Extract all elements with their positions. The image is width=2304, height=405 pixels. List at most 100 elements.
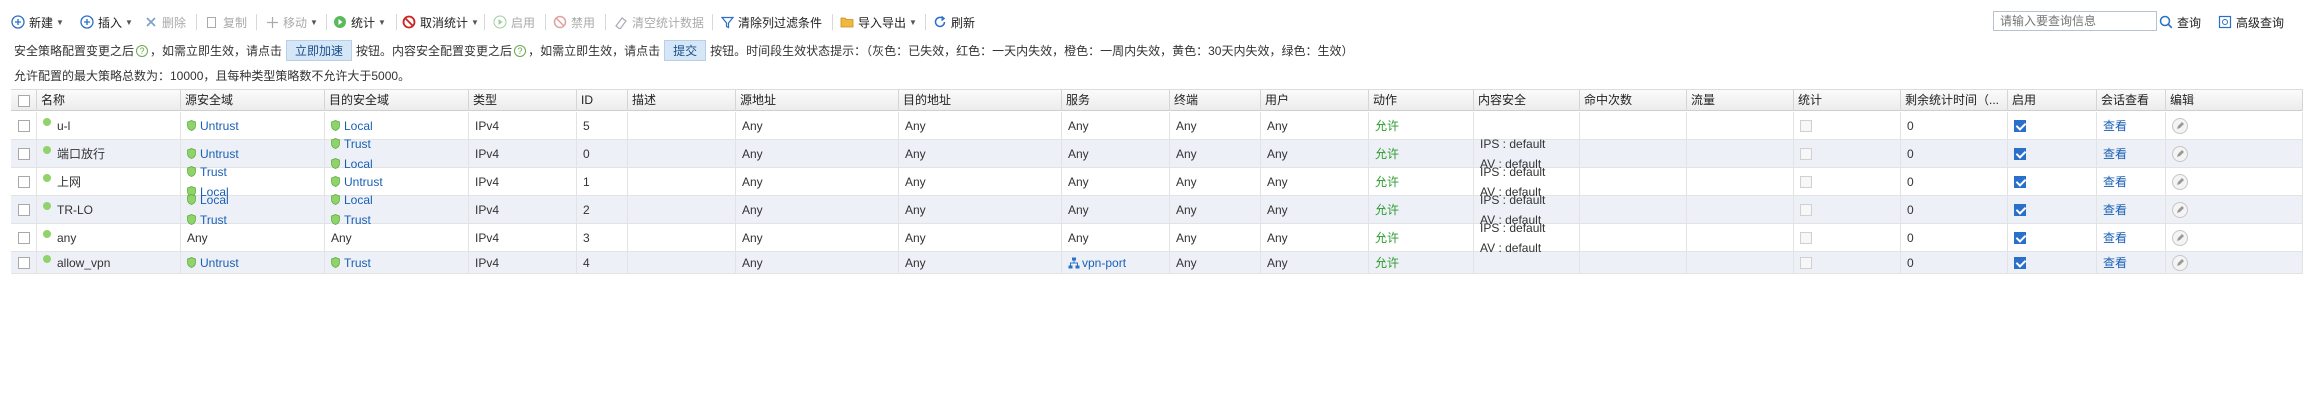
disable-button[interactable]: 禁用 [553, 12, 595, 32]
type-value: IPv4 [475, 202, 500, 217]
session-view-link[interactable]: 查看 [2103, 144, 2165, 164]
submit-button[interactable]: 提交 [664, 40, 707, 61]
enable-checkbox[interactable] [2014, 231, 2026, 244]
stats-checkbox[interactable] [1800, 147, 1812, 160]
advanced-query-button[interactable]: 高级查询 [2218, 12, 2284, 32]
edit-pencil-icon[interactable] [2172, 229, 2188, 246]
delete-button[interactable]: 删除 [144, 12, 186, 32]
col-service[interactable]: 服务 [1062, 90, 1170, 111]
edit-pencil-icon[interactable] [2172, 173, 2188, 190]
import-export-label: 导入导出 [858, 15, 907, 30]
col-desc[interactable]: 描述 [628, 90, 736, 111]
col-terminal[interactable]: 终端 [1170, 90, 1261, 111]
enable-checkbox[interactable] [2014, 147, 2026, 160]
stats-checkbox[interactable] [1800, 175, 1812, 188]
enable-checkbox[interactable] [2014, 119, 2026, 132]
session-view-link[interactable]: 查看 [2103, 172, 2165, 192]
col-src-addr[interactable]: 源地址 [736, 90, 899, 111]
service-link[interactable]: vpn-port [1068, 253, 1169, 273]
col-id[interactable]: ID [577, 90, 628, 111]
user-value: Any [1267, 255, 1288, 270]
col-src-zone[interactable]: 源安全域 [181, 90, 325, 111]
help-icon[interactable]: ? [136, 44, 149, 57]
col-dst-addr[interactable]: 目的地址 [899, 90, 1062, 111]
col-action[interactable]: 动作 [1369, 90, 1474, 111]
row-checkbox[interactable] [17, 203, 30, 216]
enable-checkbox[interactable] [2014, 256, 2026, 269]
col-edit[interactable]: 编辑 [2166, 90, 2303, 111]
stats-checkbox[interactable] [1800, 119, 1812, 132]
row-checkbox[interactable] [17, 175, 30, 188]
table-row[interactable]: 端口放行 Untrust Trust Local IPv4 0 Any Any Any Any An… [11, 137, 2303, 171]
enable-checkbox[interactable] [2014, 175, 2026, 188]
col-traffic[interactable]: 流量 [1687, 90, 1794, 111]
cell-dst-addr: Any [899, 140, 1062, 167]
search-input[interactable] [1993, 11, 2157, 31]
cancel-stats-button[interactable]: 取消统计 ▼ [402, 12, 479, 32]
cell-type: IPv4 [469, 168, 577, 195]
table-row[interactable]: TR-LO Local Trust Local Trust IPv4 2 Any Any Any A… [11, 193, 2303, 227]
col-user[interactable]: 用户 [1261, 90, 1369, 111]
stats-button[interactable]: 统计 ▼ [333, 12, 386, 32]
session-view-link[interactable]: 查看 [2103, 253, 2165, 273]
query-button[interactable]: 查询 [2159, 12, 2201, 32]
edit-pencil-icon[interactable] [2172, 254, 2188, 271]
toolbar: 新建 ▼ 插入 ▼ 删除 复制 移动 ▼ 统计 ▼ 取消统计 ▼ 启用 禁用 清空统计数据 [0, 0, 2304, 42]
cell-src-zone: Untrust [181, 252, 325, 273]
cell-action: 允许 [1369, 196, 1474, 223]
import-export-button[interactable]: 导入导出 ▼ [840, 12, 917, 32]
edit-pencil-icon[interactable] [2172, 117, 2188, 134]
col-session-view[interactable]: 会话查看 [2097, 90, 2166, 111]
clear-stats-button[interactable]: 清空统计数据 [614, 12, 704, 32]
content-profile: IPS : default [1480, 192, 1546, 207]
content-profile: IPS : default [1480, 164, 1546, 179]
row-checkbox[interactable] [17, 256, 30, 269]
col-stats[interactable]: 统计 [1794, 90, 1901, 111]
refresh-label: 刷新 [951, 15, 976, 30]
cell-enable [2008, 112, 2097, 139]
cell-src-addr: Any [736, 140, 899, 167]
stats-checkbox[interactable] [1800, 203, 1812, 216]
cell-remaining-time: 0 [1901, 252, 2008, 273]
insert-button[interactable]: 插入 ▼ [80, 12, 133, 32]
cell-dst-zone: Trust [325, 252, 469, 273]
cell-user: Any [1261, 140, 1369, 167]
session-view-link[interactable]: 查看 [2103, 228, 2165, 248]
edit-pencil-icon[interactable] [2172, 145, 2188, 162]
cell-session-view: 查看 [2097, 112, 2166, 139]
row-checkbox[interactable] [17, 147, 30, 160]
enable-button[interactable]: 启用 [493, 12, 535, 32]
accelerate-now-button[interactable]: 立即加速 [286, 40, 353, 61]
new-button[interactable]: 新建 ▼ [11, 12, 64, 32]
table-row[interactable]: allow_vpn Untrust Trust IPv4 4 Any Any vpn-port… [11, 252, 2303, 274]
row-checkbox[interactable] [17, 119, 30, 132]
enable-checkbox[interactable] [2014, 203, 2026, 216]
stats-checkbox[interactable] [1800, 256, 1812, 269]
advanced-search-icon [2218, 15, 2232, 29]
col-type[interactable]: 类型 [469, 90, 577, 111]
stats-checkbox[interactable] [1800, 231, 1812, 244]
cell-enable [2008, 252, 2097, 273]
col-remaining-time[interactable]: 剩余统计时间（... [1901, 90, 2008, 111]
col-content-security[interactable]: 内容安全 [1474, 90, 1580, 111]
cell-user: Any [1261, 168, 1369, 195]
col-dst-zone[interactable]: 目的安全域 [325, 90, 469, 111]
col-hits[interactable]: 命中次数 [1580, 90, 1687, 111]
clear-filters-button[interactable]: 清除列过滤条件 [720, 12, 822, 32]
cell-src-addr: Any [736, 168, 899, 195]
refresh-button[interactable]: 刷新 [933, 12, 975, 32]
col-enable[interactable]: 启用 [2008, 90, 2097, 111]
col-name[interactable]: 名称 [37, 90, 181, 111]
new-label: 新建 [29, 15, 54, 30]
copy-button[interactable]: 复制 [205, 12, 247, 32]
type-value: IPv4 [475, 255, 500, 270]
edit-pencil-icon[interactable] [2172, 201, 2188, 218]
select-all-checkbox[interactable] [11, 90, 37, 111]
session-view-link[interactable]: 查看 [2103, 200, 2165, 220]
move-button[interactable]: 移动 ▼ [265, 12, 318, 32]
play-circle-icon [493, 15, 507, 29]
help-icon[interactable]: ? [514, 44, 527, 57]
row-checkbox[interactable] [17, 231, 30, 244]
table-row[interactable]: any Any Any IPv4 3 Any Any Any Any Any 允许 IPS : def… [11, 221, 2303, 255]
session-view-link[interactable]: 查看 [2103, 116, 2165, 136]
